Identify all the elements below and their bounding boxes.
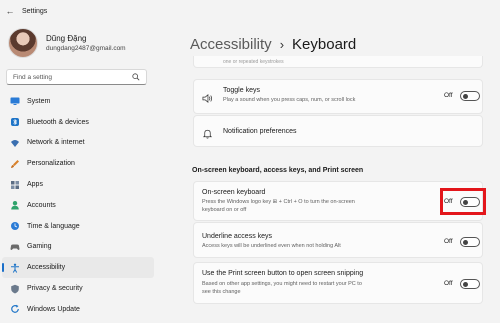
sidebar-item-accounts[interactable]: Accounts — [2, 195, 154, 216]
profile-name: Dũng Đặng — [46, 34, 87, 43]
user-profile[interactable]: Dũng Đặng dungdang2487@gmail.com — [8, 28, 126, 58]
toggle-keys-switch[interactable] — [460, 91, 480, 101]
apps-icon — [10, 180, 20, 190]
print-screen-description-line2: see this change — [202, 289, 241, 295]
page-title: Keyboard — [292, 36, 357, 53]
accessibility-icon — [10, 263, 20, 273]
highlight-box — [440, 188, 486, 215]
underline-access-keys-state: Off — [444, 238, 453, 245]
window-title: Settings — [22, 7, 48, 15]
sidebar-item-label: Bluetooth & devices — [27, 118, 89, 126]
sidebar-item-personalization[interactable]: Personalization — [2, 153, 154, 174]
sidebar-item-label: Accessibility — [27, 264, 66, 272]
sidebar-item-label: Apps — [27, 181, 43, 189]
sidebar-item-label: Network & internet — [27, 139, 85, 147]
sidebar-nav: System Bluetooth & devices Network & int… — [2, 91, 154, 320]
sidebar-item-label: Personalization — [27, 160, 75, 168]
print-screen-state: Off — [444, 280, 453, 287]
toggle-keys-description: Play a sound when you press caps, num, o… — [223, 97, 356, 103]
bluetooth-icon — [10, 117, 20, 127]
onscreen-keyboard-description-line2: keyboard on or off — [202, 207, 247, 213]
breadcrumb-parent[interactable]: Accessibility — [190, 36, 272, 53]
underline-access-keys-card[interactable]: Underline access keys Access keys will b… — [193, 222, 483, 258]
sidebar-item-apps[interactable]: Apps — [2, 174, 154, 195]
onscreen-keyboard-description-line1: Press the Windows logo key ⊞ + Ctrl + O … — [202, 199, 355, 205]
title-bar: ← Settings — [0, 0, 500, 22]
toggle-keys-state: Off — [444, 92, 453, 99]
search-icon[interactable] — [132, 73, 140, 81]
speaker-icon — [202, 91, 213, 109]
print-screen-switch[interactable] — [460, 279, 480, 289]
wifi-icon — [10, 138, 20, 148]
underline-access-keys-description: Access keys will be underlined even when… — [202, 243, 341, 249]
back-arrow-icon[interactable]: ← — [0, 6, 20, 16]
search-input[interactable]: Find a setting — [6, 69, 147, 85]
notification-preferences-title: Notification preferences — [223, 128, 297, 135]
person-icon — [10, 200, 20, 210]
sidebar-item-accessibility[interactable]: Accessibility — [2, 257, 154, 279]
sidebar: Dũng Đặng dungdang2487@gmail.com Find a … — [0, 22, 165, 323]
search-placeholder: Find a setting — [13, 73, 53, 81]
underline-access-keys-title: Underline access keys — [202, 233, 273, 240]
sidebar-item-label: Gaming — [27, 243, 52, 251]
sidebar-item-label: Privacy & security — [27, 285, 83, 293]
update-icon — [10, 304, 20, 314]
avatar[interactable] — [8, 28, 38, 58]
toggle-keys-title: Toggle keys — [223, 87, 260, 94]
sidebar-item-privacy-security[interactable]: Privacy & security — [2, 278, 154, 299]
bell-icon — [202, 126, 213, 144]
sidebar-item-bluetooth[interactable]: Bluetooth & devices — [2, 112, 154, 133]
sidebar-item-time-language[interactable]: Time & language — [2, 216, 154, 237]
monitor-icon — [10, 96, 20, 106]
controller-icon — [10, 242, 20, 252]
filter-keys-card-fragment: one or repeated keystrokes — [193, 56, 483, 68]
sidebar-item-label: Windows Update — [27, 305, 80, 313]
notification-preferences-card[interactable]: Notification preferences — [193, 115, 483, 147]
sidebar-item-gaming[interactable]: Gaming — [2, 237, 154, 258]
sidebar-item-windows-update[interactable]: Windows Update — [2, 299, 154, 320]
brush-icon — [10, 159, 20, 169]
chevron-right-icon: › — [279, 37, 285, 52]
print-screen-card[interactable]: Use the Print screen button to open scre… — [193, 262, 483, 304]
toggle-keys-card[interactable]: Toggle keys Play a sound when you press … — [193, 79, 483, 114]
breadcrumb: Accessibility › Keyboard — [190, 36, 356, 53]
shield-icon — [10, 284, 20, 294]
profile-email: dungdang2487@gmail.com — [46, 45, 126, 52]
sidebar-item-label: System — [27, 97, 51, 105]
sidebar-item-label: Accounts — [27, 201, 56, 209]
underline-access-keys-switch[interactable] — [460, 237, 480, 247]
fragment-text: one or repeated keystrokes — [223, 59, 284, 65]
section-heading: On-screen keyboard, access keys, and Pri… — [192, 167, 364, 174]
globe-clock-icon — [10, 221, 20, 231]
sidebar-item-network[interactable]: Network & internet — [2, 133, 154, 154]
print-screen-title: Use the Print screen button to open scre… — [202, 270, 364, 277]
sidebar-item-system[interactable]: System — [2, 91, 154, 112]
onscreen-keyboard-title: On-screen keyboard — [202, 189, 266, 196]
sidebar-item-label: Time & language — [27, 222, 80, 230]
print-screen-description-line1: Based on other app settings, you might n… — [202, 281, 362, 287]
